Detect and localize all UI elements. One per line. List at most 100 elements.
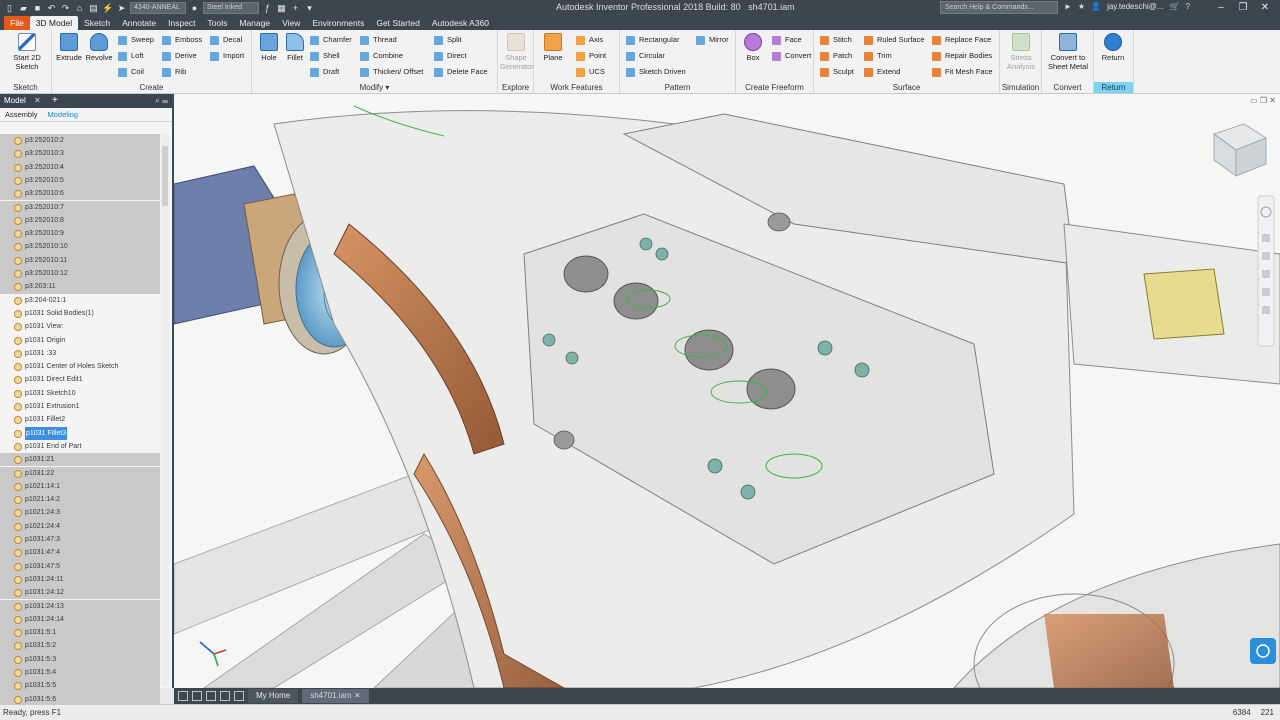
circular-pattern-button[interactable]: Circular (626, 49, 665, 63)
point-button[interactable]: Point (576, 49, 606, 63)
delete-face-button[interactable]: Delete Face (434, 65, 487, 79)
tab-tools[interactable]: Tools (202, 16, 234, 30)
draft-button[interactable]: Draft (310, 65, 339, 79)
rib-button[interactable]: Rib (162, 65, 186, 79)
browser-tree-item[interactable]: p1031:47:4 (0, 546, 160, 560)
browser-tree-item[interactable]: p3:204-021:1 (0, 294, 160, 307)
material-combo[interactable]: 4340-ANNEAL (130, 2, 186, 14)
search-icon[interactable]: ⌕ (155, 96, 159, 105)
browser-tree-item[interactable]: p3:252010:11 (0, 253, 160, 267)
save-icon[interactable]: ■ (32, 3, 43, 14)
favorites-icon[interactable]: ★ (1078, 2, 1085, 11)
search-arrow-icon[interactable]: ► (1064, 2, 1072, 11)
browser-tree-item[interactable]: p3:252010:12 (0, 267, 160, 281)
start-sketch-button[interactable]: Start 2D Sketch (8, 33, 46, 71)
browser-tree-item[interactable]: p1031 Fillet3 (0, 426, 160, 440)
browser-tree-item[interactable]: p1031 View: (0, 320, 160, 333)
browser-scrollbar[interactable] (161, 134, 169, 686)
box-button[interactable]: Box (738, 33, 768, 62)
browser-tree-item[interactable]: p1021:24:3 (0, 506, 160, 520)
stitch-button[interactable]: Stitch (820, 33, 852, 47)
emboss-button[interactable]: Emboss (162, 33, 202, 47)
share-icon[interactable] (1250, 638, 1276, 664)
minimize-icon[interactable]: – (1210, 0, 1232, 16)
trim-button[interactable]: Trim (864, 49, 892, 63)
revolve-button[interactable]: Revolve (84, 33, 114, 62)
browser-tree-item[interactable]: p1031 Extrusion1 (0, 400, 160, 413)
close-icon[interactable]: ✕ (1254, 0, 1276, 16)
shell-button[interactable]: Shell (310, 49, 340, 63)
print-icon[interactable]: ▤ (88, 3, 99, 14)
thread-button[interactable]: Thread (360, 33, 397, 47)
redo-icon[interactable]: ↷ (60, 3, 71, 14)
add-browser-icon[interactable]: + (52, 94, 58, 108)
axis-button[interactable]: Axis (576, 33, 603, 47)
maximize-icon[interactable]: ❐ (1232, 0, 1254, 16)
tile-vertical-icon[interactable] (178, 691, 188, 701)
tab-view[interactable]: View (276, 16, 306, 30)
browser-tree-item[interactable]: p3:252010:5 (0, 173, 160, 188)
tab-environments[interactable]: Environments (306, 16, 370, 30)
replace-face-button[interactable]: Replace Face (932, 33, 991, 47)
browser-tree-item[interactable]: p3:203:11 (0, 280, 160, 294)
ruled-surface-button[interactable]: Ruled Surface (864, 33, 925, 47)
browser-tree-item[interactable]: p1031:5:4 (0, 666, 160, 680)
sweep-button[interactable]: Sweep (118, 33, 154, 47)
subtab-assembly[interactable]: Assembly (5, 110, 38, 119)
browser-tree-item[interactable]: p1021:24:4 (0, 519, 160, 533)
browser-tree-item[interactable]: p1031:5:2 (0, 639, 160, 653)
browser-tree-item[interactable]: p1031:47:3 (0, 533, 160, 547)
browser-tree-item[interactable]: p1031 End of Part (0, 440, 160, 453)
update-icon[interactable]: ⚡ (102, 3, 113, 14)
select-icon[interactable]: ➤ (116, 3, 127, 14)
scrollbar-thumb[interactable] (162, 146, 168, 206)
browser-tree-item[interactable]: p1031:24:11 (0, 572, 160, 587)
viewport-restore-icons[interactable]: ▭ ❐ ✕ (1250, 96, 1276, 105)
tab-file[interactable]: File (4, 16, 30, 30)
tab-sketch[interactable]: Sketch (78, 16, 116, 30)
direct-button[interactable]: Direct (434, 49, 467, 63)
import-button[interactable]: Import (210, 49, 244, 63)
extrude-button[interactable]: Extrude (54, 33, 84, 62)
appearance-icon[interactable]: ● (189, 3, 200, 14)
browser-tree-item[interactable]: p1031:21 (0, 453, 160, 467)
browser-tree-item[interactable]: p1021:14:2 (0, 493, 160, 507)
help-icon[interactable]: ? (1185, 2, 1189, 11)
browser-tree-item[interactable]: p1031 Solid Bodies(1) (0, 307, 160, 320)
combine-button[interactable]: Combine (360, 49, 403, 63)
browser-tree-item[interactable]: p1031:24:13 (0, 599, 160, 613)
browser-tree-item[interactable]: p3:252010:8 (0, 213, 160, 228)
stress-analysis-button[interactable]: Stress Analysis (1006, 33, 1036, 71)
tab-autodesk-a360[interactable]: Autodesk A360 (426, 16, 495, 30)
extend-button[interactable]: Extend (864, 65, 900, 79)
cart-icon[interactable]: 🛒 (1170, 2, 1180, 11)
return-button[interactable]: Return (1098, 33, 1128, 62)
thicken-offset-button[interactable]: Thicken/ Offset (360, 65, 423, 79)
derive-button[interactable]: Derive (162, 49, 197, 63)
browser-tree-item[interactable]: p3:252010:10 (0, 240, 160, 254)
browser-title[interactable]: Model (4, 96, 26, 105)
plane-button[interactable]: Plane (538, 33, 568, 62)
convert-to-sheet-metal-button[interactable]: Convert to Sheet Metal (1046, 33, 1090, 71)
undo-icon[interactable]: ↶ (46, 3, 57, 14)
browser-tree-item[interactable]: p1031:22 (0, 466, 160, 480)
repair-bodies-button[interactable]: Repair Bodies (932, 49, 992, 63)
browser-tree-item[interactable]: p1031:24:12 (0, 586, 160, 600)
measure-icon[interactable]: ▦ (276, 3, 287, 14)
tab-annotate[interactable]: Annotate (116, 16, 162, 30)
browser-tree-item[interactable]: p1031:5:5 (0, 679, 160, 693)
tab-3d-model[interactable]: 3D Model (29, 16, 79, 30)
sketch-driven-pattern-button[interactable]: Sketch Driven (626, 65, 686, 79)
arrange-icon[interactable] (220, 691, 230, 701)
panel-label-modify[interactable]: Modify ▾ (252, 82, 497, 93)
browser-tree-item[interactable]: p1031 Fillet2 (0, 413, 160, 426)
browser-tree-item[interactable]: p3:252010:9 (0, 227, 160, 241)
loft-button[interactable]: Loft (118, 49, 144, 63)
close-browser-icon[interactable]: ✕ (34, 94, 41, 108)
tile-horizontal-icon[interactable] (192, 691, 202, 701)
user-icon[interactable]: 👤 (1091, 2, 1101, 11)
add-icon[interactable]: + (290, 3, 301, 14)
new-icon[interactable]: ▯ (4, 3, 15, 14)
appearance-combo[interactable]: Steel Inked (203, 2, 259, 14)
navigation-bar[interactable] (1257, 195, 1275, 347)
